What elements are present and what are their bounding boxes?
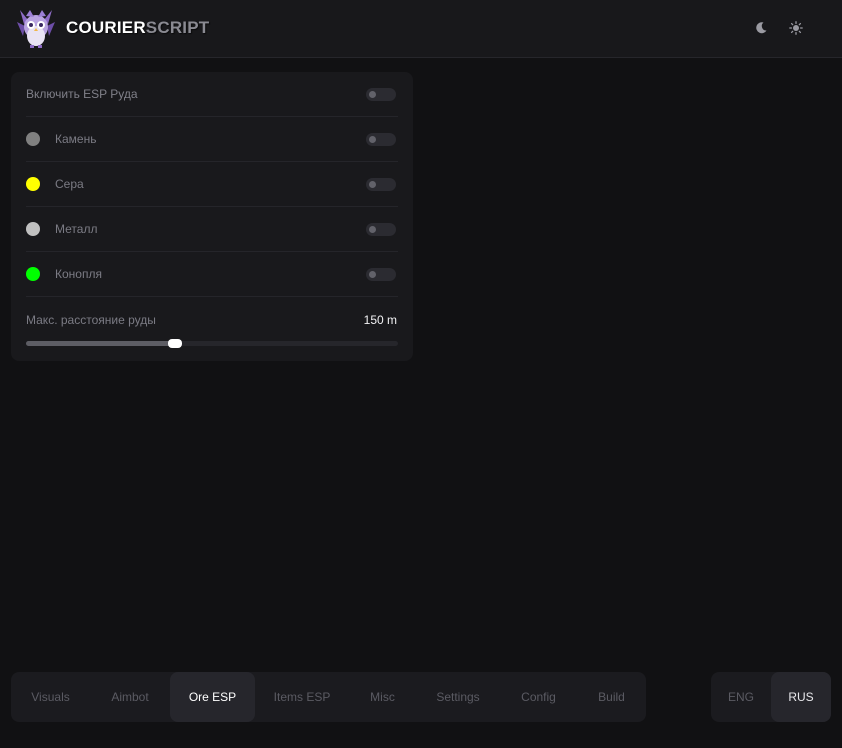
tab-config[interactable]: Config [500, 672, 577, 722]
ore-item-sulfur-row: Сера [26, 162, 398, 207]
enable-ore-esp-label: Включить ESP Руда [26, 87, 138, 101]
language-switcher: ENG RUS [711, 672, 831, 722]
tab-items-esp[interactable]: Items ESP [255, 672, 349, 722]
moon-icon[interactable] [750, 17, 772, 39]
stone-color-dot [26, 132, 40, 146]
enable-ore-esp-row: Включить ESP Руда [26, 72, 398, 117]
metal-toggle[interactable] [366, 223, 396, 236]
ore-distance-slider-thumb[interactable] [167, 339, 182, 348]
owl-logo-icon [14, 6, 58, 50]
sulfur-toggle[interactable] [366, 178, 396, 191]
stone-toggle[interactable] [366, 133, 396, 146]
ore-item-stone-row: Камень [26, 117, 398, 162]
language-rus-button[interactable]: RUS [771, 672, 831, 722]
ore-distance-slider[interactable] [26, 339, 398, 348]
ore-item-label: Камень [55, 132, 97, 146]
tab-settings[interactable]: Settings [416, 672, 500, 722]
ore-distance-slider-fill [26, 341, 175, 346]
hemp-color-dot [26, 267, 40, 281]
tab-misc[interactable]: Misc [349, 672, 416, 722]
enable-ore-esp-toggle[interactable] [366, 88, 396, 101]
ore-esp-panel: Включить ESP Руда Камень Сера Металл Кон… [11, 72, 413, 361]
brand-title: COURIERSCRIPT [66, 18, 209, 38]
ore-item-label: Металл [55, 222, 98, 236]
tab-ore-esp[interactable]: Ore ESP [170, 672, 255, 722]
hemp-toggle[interactable] [366, 268, 396, 281]
language-eng-button[interactable]: ENG [711, 672, 771, 722]
sun-icon[interactable] [785, 17, 807, 39]
ore-item-label: Конопля [55, 267, 102, 281]
main-tab-bar: Visuals Aimbot Ore ESP Items ESP Misc Se… [11, 672, 646, 722]
ore-distance-value: 150 m [363, 313, 397, 327]
tab-visuals[interactable]: Visuals [11, 672, 90, 722]
ore-item-metal-row: Металл [26, 207, 398, 252]
brand-primary: COURIER [66, 18, 146, 37]
tab-build[interactable]: Build [577, 672, 646, 722]
ore-distance-label: Макс. расстояние руды [26, 313, 156, 327]
ore-item-hemp-row: Конопля [26, 252, 398, 297]
brand-secondary: SCRIPT [145, 18, 210, 37]
metal-color-dot [26, 222, 40, 236]
app-header: COURIERSCRIPT [0, 0, 842, 58]
ore-item-label: Сера [55, 177, 84, 191]
sulfur-color-dot [26, 177, 40, 191]
tab-aimbot[interactable]: Aimbot [90, 672, 170, 722]
